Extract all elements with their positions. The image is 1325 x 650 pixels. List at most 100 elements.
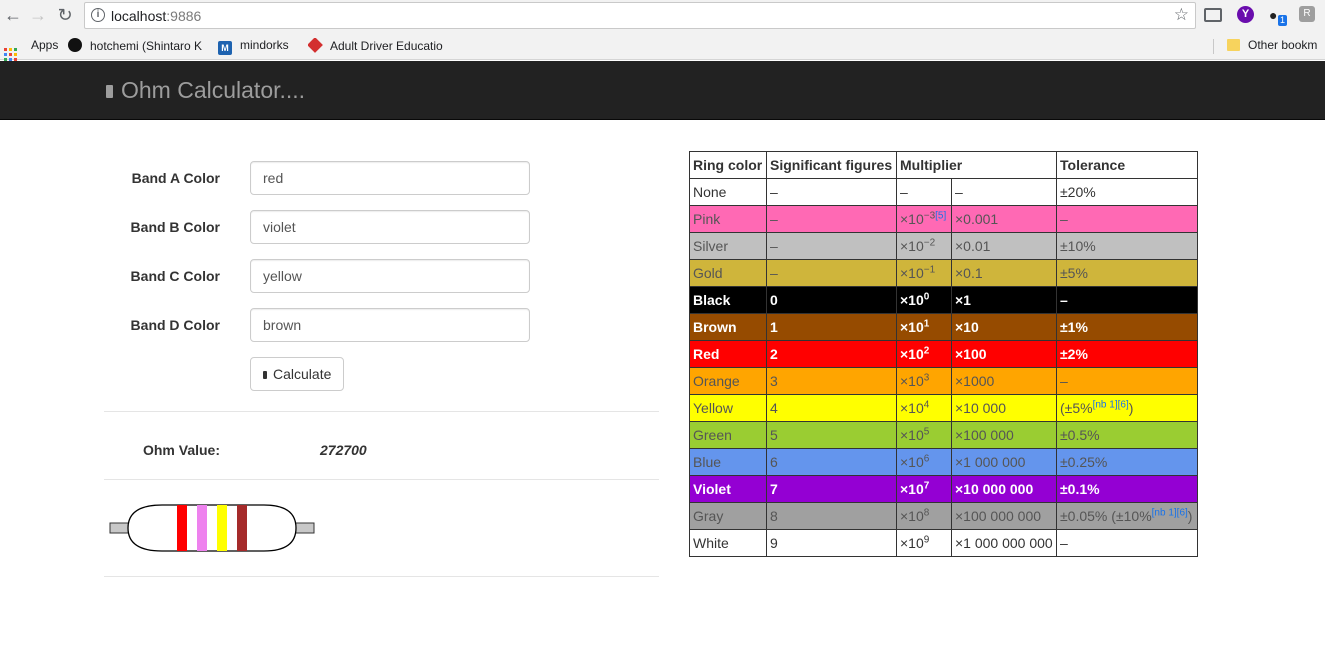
exponent: 1 xyxy=(923,318,930,330)
extension-badge-icon[interactable]: ● 1 xyxy=(1269,6,1288,26)
address-bar[interactable]: i localhost:9886 ☆ xyxy=(84,2,1196,29)
ohm-value-label: Ohm Value: xyxy=(142,442,220,458)
header-ring-color: Ring color xyxy=(689,151,767,179)
cell-tolerance: – xyxy=(1056,367,1198,395)
cell-ring-color: Silver xyxy=(689,232,767,260)
bookmark-label: hotchemi (Shintaro K xyxy=(90,39,203,53)
citation-link[interactable]: [nb 1][6] xyxy=(1152,507,1188,518)
resistor-band-c xyxy=(217,505,227,551)
band-d-input[interactable]: brown xyxy=(250,308,530,342)
cell-ring-color: Gray xyxy=(689,502,767,530)
cell-multiplier-exponent-text: ×101 xyxy=(900,318,930,335)
cell-multiplier: ×0.01 xyxy=(951,232,1057,260)
exponent: 7 xyxy=(923,480,930,492)
cell-ring-color: Blue xyxy=(689,448,767,476)
driver-ed-icon xyxy=(308,38,323,53)
cell-multiplier: ×1 000 000 000 xyxy=(951,529,1057,557)
bookmark-apps[interactable]: Apps xyxy=(4,38,58,61)
cell-significant-figures: 0 xyxy=(766,286,897,314)
cell-multiplier: ×0.1 xyxy=(951,259,1057,287)
cell-ring-color: Violet xyxy=(689,475,767,503)
extension-badge-count: 1 xyxy=(1278,15,1288,26)
cell-tolerance-text: ±10% xyxy=(1060,238,1096,254)
cell-tolerance-text: ±0.05% (±10% xyxy=(1060,508,1152,524)
cell-ring-color-text: Gold xyxy=(693,265,723,281)
cell-ring-color: Black xyxy=(689,286,767,314)
band-c-input[interactable]: yellow xyxy=(250,259,530,293)
navbar-brand[interactable]: Ohm Calculator.... xyxy=(106,77,305,104)
band-a-label: Band A Color xyxy=(131,170,220,186)
cell-multiplier-exponent-text: ×105 xyxy=(900,426,930,443)
cell-multiplier-exponent: ×105 xyxy=(896,421,952,449)
cell-multiplier-text: ×10 000 xyxy=(955,400,1006,416)
cell-tolerance: ±1% xyxy=(1056,313,1198,341)
table-row: None – – – ±20% xyxy=(689,178,1198,206)
bookmark-other[interactable]: Other bookm xyxy=(1227,38,1325,52)
mindorks-icon: M xyxy=(218,41,232,55)
info-icon[interactable]: i xyxy=(91,8,105,22)
cell-significant-figures-text: 4 xyxy=(770,400,778,416)
cell-significant-figures: 7 xyxy=(766,475,897,503)
bookmark-star-icon[interactable]: ☆ xyxy=(1174,5,1189,25)
color-code-table: Ring color Significant figures Multiplie… xyxy=(689,151,1198,557)
calculate-button[interactable]: Calculate xyxy=(250,357,345,391)
exponent: 0 xyxy=(923,291,930,303)
yahoo-extension-icon[interactable]: Y xyxy=(1237,6,1254,23)
cell-significant-figures-text: 1 xyxy=(770,319,778,335)
back-arrow-icon[interactable]: ← xyxy=(2,4,24,26)
cell-tolerance: ±10% xyxy=(1056,232,1198,260)
cell-multiplier: ×1000 xyxy=(951,367,1057,395)
url-text[interactable]: localhost:9886 xyxy=(111,8,201,24)
divider xyxy=(104,479,659,480)
bookmarks-bar: Apps hotchemi (Shintaro K Mmindorks Adul… xyxy=(0,32,1325,61)
bookmark-hotchemi[interactable]: hotchemi (Shintaro K xyxy=(68,38,208,53)
cell-multiplier-exponent: – xyxy=(896,178,952,206)
band-a-input[interactable]: red xyxy=(250,161,530,195)
divider xyxy=(104,576,659,577)
extension-r-icon[interactable]: R xyxy=(1299,6,1315,22)
apps-grid-icon xyxy=(4,48,17,61)
cell-tolerance-text: ±20% xyxy=(1060,184,1096,200)
forward-arrow-icon[interactable]: → xyxy=(27,4,49,26)
bookmark-label: Adult Driver Educatio xyxy=(330,39,443,53)
cell-significant-figures: 5 xyxy=(766,421,897,449)
bookmark-adult-driver[interactable]: Adult Driver Educatio xyxy=(308,38,448,53)
cell-multiplier-text: ×1000 xyxy=(955,373,995,389)
cell-significant-figures-text: – xyxy=(770,238,778,254)
cell-multiplier: ×100 000 000 xyxy=(951,502,1057,530)
table-row: Gold – ×10−1 ×0.1 ±5% xyxy=(689,259,1198,287)
exponent: −2 xyxy=(923,237,936,249)
exponent: 8 xyxy=(923,507,930,519)
cast-icon[interactable] xyxy=(1204,8,1222,22)
exponent: 6 xyxy=(923,453,930,465)
cell-ring-color-text: Blue xyxy=(693,454,722,470)
bookmark-mindorks[interactable]: Mmindorks xyxy=(218,38,289,55)
cell-ring-color: None xyxy=(689,178,767,206)
cell-multiplier-exponent: ×102 xyxy=(896,340,952,368)
cell-tolerance: (±5%[nb 1][6]) xyxy=(1056,394,1198,422)
cell-ring-color: Red xyxy=(689,340,767,368)
band-a-row: Band A Color red xyxy=(104,161,659,195)
cell-multiplier-text: ×100 xyxy=(955,346,987,362)
cell-significant-figures: 3 xyxy=(766,367,897,395)
cell-multiplier-text: ×1 000 000 xyxy=(955,454,1026,470)
cell-tolerance-text: ±2% xyxy=(1060,346,1088,362)
reload-icon[interactable]: ↻ xyxy=(54,4,76,26)
citation-link[interactable]: [nb 1][6] xyxy=(1093,399,1129,410)
cell-multiplier-exponent-text: ×107 xyxy=(900,480,930,497)
cell-significant-figures-text: 3 xyxy=(770,373,778,389)
table-row: White 9 ×109 ×1 000 000 000– xyxy=(689,529,1198,557)
cell-multiplier-text: ×0.01 xyxy=(955,238,991,254)
cell-ring-color-text: Pink xyxy=(693,211,721,227)
cell-significant-figures-text: 9 xyxy=(770,535,778,551)
band-b-label: Band B Color xyxy=(130,219,220,235)
resistor-band-b xyxy=(197,505,207,551)
cell-multiplier-text: ×100 000 xyxy=(955,427,1014,443)
band-b-input[interactable]: violet xyxy=(250,210,530,244)
cell-tolerance-text: – xyxy=(1060,535,1068,551)
cell-multiplier-exponent: ×101 xyxy=(896,313,952,341)
cell-tolerance: – xyxy=(1056,286,1198,314)
cell-ring-color-text: Silver xyxy=(693,238,729,254)
citation-link[interactable]: [5] xyxy=(935,210,946,221)
table-row: Orange 3 ×103 ×1000– xyxy=(689,367,1198,395)
